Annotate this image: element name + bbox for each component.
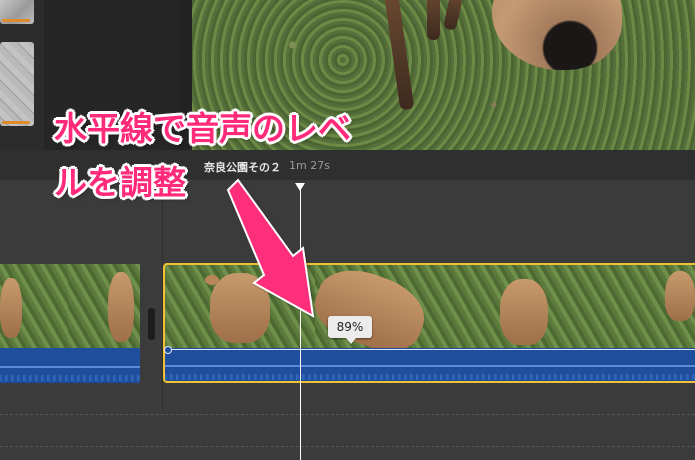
deer [108, 272, 134, 342]
media-browser-strip [0, 0, 44, 150]
audio-clip-left[interactable] [0, 348, 140, 383]
selected-clip-border [163, 263, 695, 383]
used-range-bar [2, 19, 30, 22]
deer-leg [427, 0, 440, 40]
media-thumbnail[interactable] [0, 0, 34, 24]
track-separator [0, 446, 695, 447]
deer [0, 278, 22, 338]
volume-keyframe-handle[interactable] [164, 346, 172, 354]
video-clip-left[interactable] [0, 264, 140, 348]
volume-level-line[interactable] [166, 349, 695, 350]
deer-leg [442, 0, 465, 31]
deer-snout [492, 0, 622, 70]
audio-waveform [0, 365, 140, 368]
audio-waveform [0, 375, 140, 381]
used-range-bar [2, 121, 30, 124]
playhead[interactable] [300, 188, 301, 460]
annotation-text: 水平線で音声のレベ ルを調整 [54, 102, 351, 210]
deer-leg [383, 0, 415, 111]
annotation-line: ルを調整 [54, 163, 186, 202]
volume-tooltip: 89% [328, 316, 372, 344]
track-separator [0, 414, 695, 415]
annotation-line: 水平線で音声のレベ [54, 109, 351, 148]
media-thumbnail[interactable] [0, 42, 34, 126]
trim-handle[interactable] [148, 308, 155, 340]
